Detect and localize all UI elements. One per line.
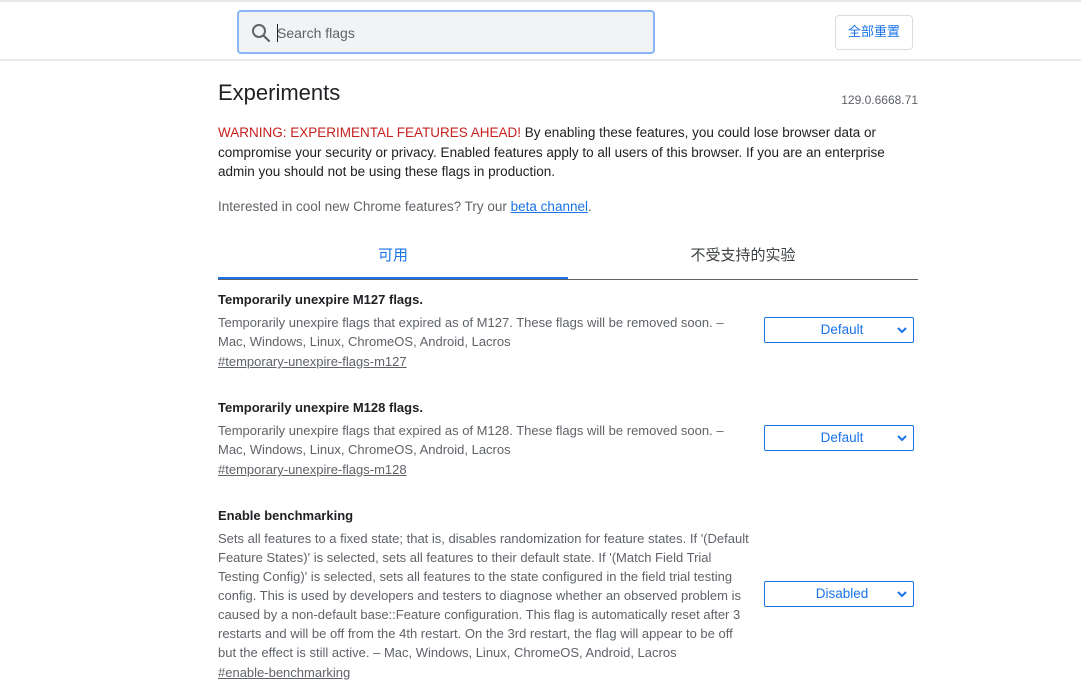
search-icon — [252, 24, 271, 43]
beta-channel-link[interactable]: beta channel — [511, 199, 588, 214]
experiment-permalink[interactable]: #temporary-unexpire-flags-m128 — [218, 461, 407, 479]
tab-bar: 可用 不受支持的实验 — [218, 234, 918, 280]
experiment-state-select[interactable]: Default — [764, 425, 914, 451]
experiment-permalink[interactable]: #temporary-unexpire-flags-m127 — [218, 353, 407, 371]
experiment-title: Temporarily unexpire M127 flags. — [218, 292, 423, 307]
reset-all-button[interactable]: 全部重置 — [835, 15, 913, 50]
beta-promo-text: Interested in cool new Chrome features? … — [218, 199, 511, 214]
chevron-down-icon — [897, 435, 907, 442]
version-label: 129.0.6668.71 — [841, 93, 918, 107]
experiment-state-select[interactable]: Disabled — [764, 581, 914, 607]
experiment-title: Temporarily unexpire M128 flags. — [218, 400, 423, 415]
chevron-down-icon — [897, 591, 907, 598]
experiment-item: Temporarily unexpire M128 flags. Tempora… — [218, 399, 918, 479]
experiment-state-value: Disabled — [815, 586, 869, 601]
page-title: Experiments — [218, 80, 341, 105]
experiment-description: Temporarily unexpire flags that expired … — [218, 315, 724, 349]
search-box[interactable] — [237, 10, 655, 54]
experiment-state-value: Default — [820, 322, 864, 337]
text-caret — [277, 24, 278, 42]
warning-prefix: WARNING: EXPERIMENTAL FEATURES AHEAD! — [218, 125, 522, 140]
experiment-state-value: Default — [820, 430, 864, 445]
experiment-description: Sets all features to a fixed state; that… — [218, 531, 749, 660]
top-bar: 全部重置 — [0, 0, 1081, 61]
experiment-item: Enable benchmarking Sets all features to… — [218, 507, 918, 682]
experiment-description: Temporarily unexpire flags that expired … — [218, 423, 724, 457]
experiment-item: Temporarily unexpire M127 flags. Tempora… — [218, 291, 918, 371]
beta-promo-suffix: . — [587, 199, 592, 214]
beta-promo: Interested in cool new Chrome features? … — [218, 199, 592, 214]
experiment-state-select[interactable]: Default — [764, 317, 914, 343]
warning-text: WARNING: EXPERIMENTAL FEATURES AHEAD! By… — [218, 123, 918, 182]
experiment-permalink[interactable]: #enable-benchmarking — [218, 664, 350, 682]
tab-unavailable[interactable]: 不受支持的实验 — [568, 234, 918, 278]
chevron-down-icon — [897, 327, 907, 334]
tab-available[interactable]: 可用 — [218, 234, 568, 279]
experiment-title: Enable benchmarking — [218, 508, 354, 523]
search-input[interactable] — [277, 22, 637, 44]
